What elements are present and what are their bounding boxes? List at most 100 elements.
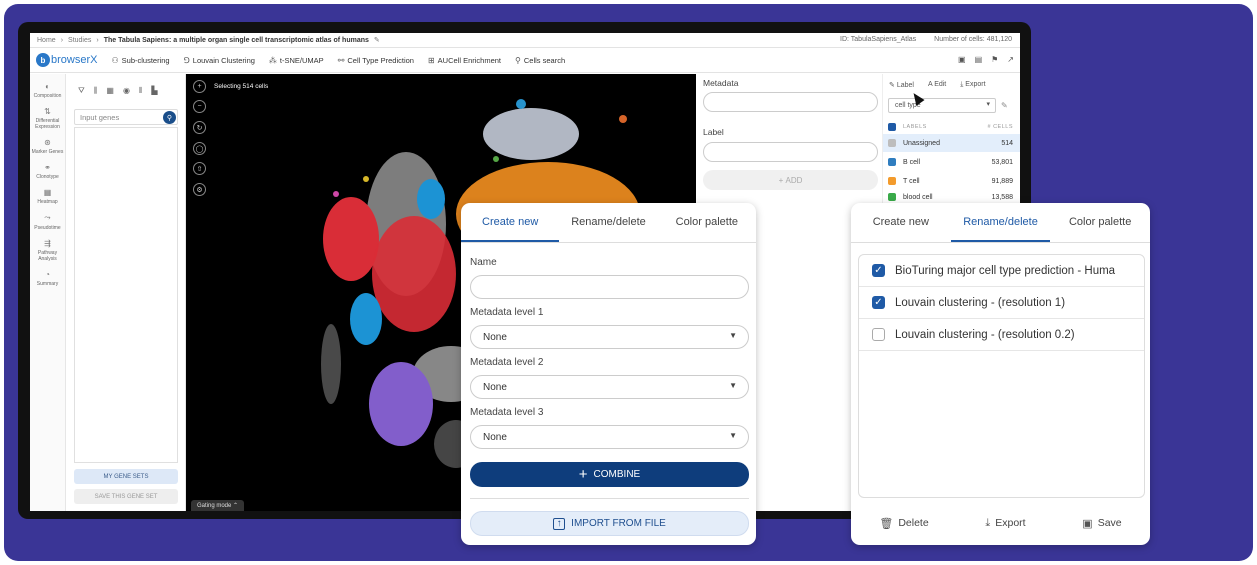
bar-icon[interactable]: ⫴ — [139, 86, 142, 96]
aucell-icon: ⊞ — [427, 55, 435, 65]
tab-create-new[interactable]: Create new — [461, 203, 560, 242]
app-logo: b browserX — [36, 53, 97, 67]
violin-icon[interactable]: ⫼ — [94, 86, 98, 96]
nav-differential-expression[interactable]: ⇅ Differential Expression — [30, 107, 65, 130]
checkbox-checked[interactable]: ✓ — [872, 296, 885, 309]
zoom-in-icon[interactable]: + — [193, 80, 206, 93]
edit-icon[interactable]: ✎ — [374, 36, 380, 44]
level3-label: Metadata level 3 — [470, 407, 544, 418]
chart-icon[interactable]: ▙ — [151, 86, 157, 96]
grid-icon[interactable]: ▦ — [106, 86, 114, 96]
composition-icon: ◐ — [45, 82, 50, 91]
breadcrumb-studies[interactable]: Studies — [68, 37, 91, 44]
tool-aucell[interactable]: ⊞ AUCell Enrichment — [428, 56, 501, 65]
label-input[interactable] — [703, 142, 878, 162]
tab-edit[interactable]: A Edit — [928, 81, 946, 89]
legend-row[interactable]: B cell 53,801 — [883, 153, 1020, 171]
tool-louvain[interactable]: ⅁ Louvain Clustering — [184, 56, 255, 65]
density-icon[interactable]: ⛛ — [78, 86, 85, 96]
plus-icon: + — [578, 466, 588, 483]
name-input[interactable] — [470, 275, 749, 299]
list-item[interactable]: ✓ Louvain clustering - (resolution 1) — [859, 287, 1144, 319]
my-gene-sets-button[interactable]: MY GENE SETS — [74, 469, 178, 484]
nav-composition[interactable]: ◐ Composition — [30, 82, 65, 99]
nav-heatmap[interactable]: ▦ Heatmap — [30, 188, 65, 205]
bookmark-icon[interactable]: ⚑ — [991, 55, 998, 64]
gating-mode-toggle[interactable]: Gating mode ⌃ — [191, 500, 245, 511]
upload-icon: ↑ — [553, 517, 566, 530]
gene-list — [74, 127, 178, 463]
tab-rename-delete[interactable]: Rename/delete — [950, 203, 1051, 242]
tab-rename-delete[interactable]: Rename/delete — [559, 203, 657, 242]
subcluster-icon: ⚇ — [111, 55, 119, 65]
logo-text: browserX — [51, 54, 98, 66]
lasso-icon[interactable]: ◯ — [193, 142, 206, 155]
legend-row[interactable]: Unassigned 514 — [883, 134, 1020, 152]
tool-sub-clustering[interactable]: ⚇ Sub-clustering — [111, 56, 169, 65]
save-button[interactable]: ▣ Save — [1082, 517, 1121, 530]
level2-select[interactable]: None ▼ — [470, 375, 749, 399]
reset-icon[interactable]: ↻ — [193, 121, 206, 134]
chevron-right-icon: › — [60, 36, 64, 44]
import-from-file-button[interactable]: ↑ IMPORT FROM FILE — [470, 511, 749, 536]
tab-label[interactable]: ✎ Label — [889, 81, 914, 89]
folder-icon[interactable]: ▤ — [975, 55, 983, 64]
legend-row[interactable]: blood cell 13,588 — [883, 190, 1020, 204]
tsne-icon: ⁂ — [268, 55, 277, 65]
legend-header: LABELS # CELLS — [883, 120, 1020, 134]
settings-icon[interactable]: ⚙ — [193, 183, 206, 196]
summary-icon: ◔ — [45, 270, 50, 279]
louvain-icon: ⅁ — [183, 55, 190, 65]
metadata-card: Metadata Label + ADD — [696, 74, 882, 196]
pseudotime-icon: ⤳ — [44, 213, 51, 222]
nav-pseudotime[interactable]: ⤳ Pseudotime — [30, 213, 65, 231]
save-gene-set-button[interactable]: SAVE THIS GENE SET — [74, 489, 178, 504]
nav-clonotype[interactable]: ⚭ Clonotype — [30, 163, 65, 180]
tool-cells-search[interactable]: ⚲ Cells search — [515, 56, 565, 65]
add-button[interactable]: + ADD — [703, 170, 878, 190]
nav-pathway-analysis[interactable]: ⇶ Pathway Analysis — [30, 239, 65, 262]
list-item[interactable]: ✓ BioTuring major cell type prediction - … — [859, 255, 1144, 287]
gene-search-input[interactable]: Input genes ⚲ — [74, 109, 178, 125]
metadata-input[interactable] — [703, 92, 878, 112]
nav-summary[interactable]: ◔ Summary — [30, 270, 65, 287]
metadata-list: ✓ BioTuring major cell type prediction - … — [858, 254, 1145, 498]
chevron-down-icon: ▼ — [729, 381, 737, 390]
divider — [470, 498, 749, 499]
tab-color-palette[interactable]: Color palette — [1050, 203, 1150, 242]
legend-swatch — [888, 193, 896, 201]
legend-swatch — [888, 177, 896, 185]
logo-icon: b — [36, 53, 50, 67]
nav-marker-genes[interactable]: ⊛ Marker Genes — [30, 138, 65, 155]
upload-icon[interactable]: ⇧ — [193, 162, 206, 175]
search-icon[interactable]: ⚲ — [163, 111, 176, 124]
select-all-checkbox[interactable] — [888, 123, 896, 131]
edit-icon[interactable]: ✎ — [1001, 101, 1008, 110]
tab-export[interactable]: ⤓ Export — [960, 81, 985, 89]
left-nav: ◐ Composition ⇅ Differential Expression ⊛ M… — [30, 74, 66, 511]
level1-select[interactable]: None ▼ — [470, 325, 749, 349]
legend-swatch — [888, 139, 896, 147]
tab-color-palette[interactable]: Color palette — [658, 203, 756, 242]
share-icon[interactable]: ↗ — [1007, 55, 1014, 64]
study-id: ID: TabulaSapiens_Atlas — [840, 36, 917, 43]
checkbox-checked[interactable]: ✓ — [872, 264, 885, 277]
tool-tsne-umap[interactable]: ⁂ t-SNE/UMAP — [269, 56, 324, 65]
dot-icon[interactable]: ◉ — [123, 86, 130, 96]
level3-select[interactable]: None ▼ — [470, 425, 749, 449]
tab-create-new[interactable]: Create new — [851, 203, 951, 242]
combine-button[interactable]: + COMBINE — [470, 462, 749, 487]
checkbox-unchecked[interactable] — [872, 328, 885, 341]
legend-row[interactable]: T cell 91,889 — [883, 172, 1020, 190]
zoom-out-icon[interactable]: − — [193, 100, 206, 113]
legend-swatch — [888, 158, 896, 166]
metadata-label: Metadata — [703, 78, 739, 88]
breadcrumb-home[interactable]: Home — [37, 37, 56, 44]
list-item[interactable]: Louvain clustering - (resolution 0.2) — [859, 319, 1144, 351]
tool-cell-type-prediction[interactable]: ⚯ Cell Type Prediction — [338, 56, 414, 65]
delete-button[interactable]: 🗑 Delete — [879, 517, 928, 530]
export-button[interactable]: ⤓ Export — [985, 517, 1025, 530]
download-icon: ⤓ — [985, 516, 991, 529]
save-icon[interactable]: ▣ — [958, 55, 966, 64]
metadata-select[interactable]: cell type — [888, 98, 996, 113]
